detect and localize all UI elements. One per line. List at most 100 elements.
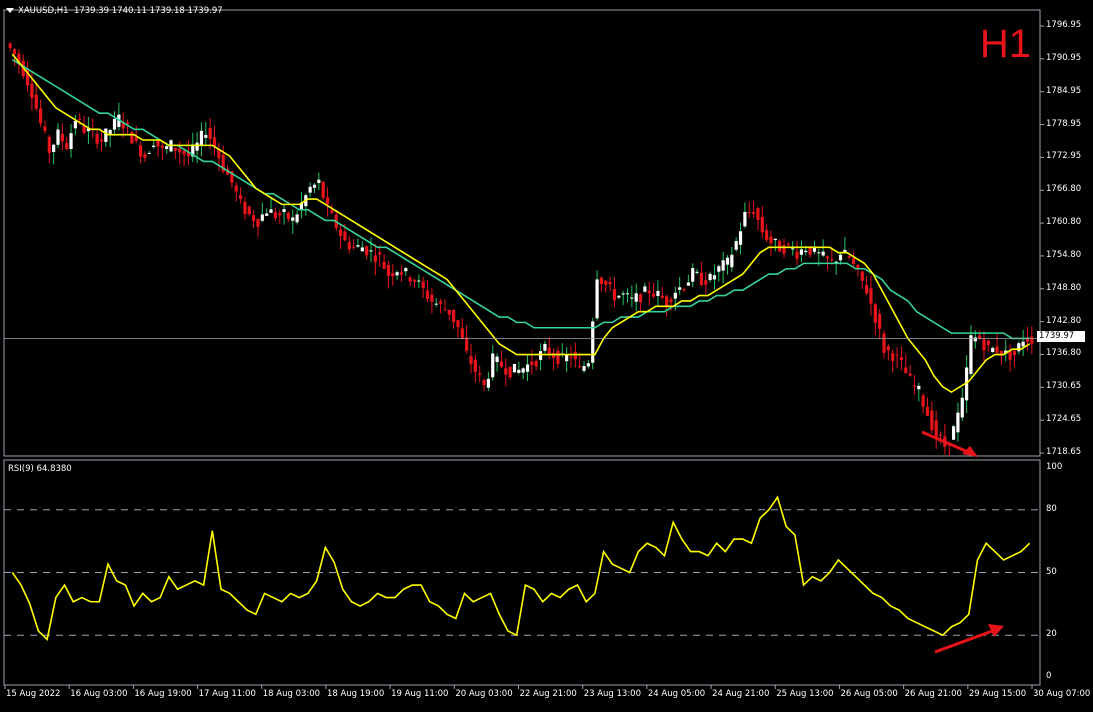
candle-body [821,251,825,256]
candle-body [634,293,638,302]
candle-body [482,379,486,386]
candle-body [438,301,443,304]
candle-body [212,137,217,147]
candle-body [738,231,743,245]
time-tick-label: 18 Aug 19:00 [326,689,385,699]
candle-body [621,293,625,295]
candle-body [547,347,551,355]
time-tick-label: 15 Aug 2022 [6,689,61,699]
candle-body [791,248,795,250]
candle-body [708,273,712,281]
candle-body [256,219,260,227]
candle-body [291,217,295,221]
candle-body [152,145,156,148]
candle-body [912,385,917,387]
price-tick-label: 1730.65 [1046,381,1082,392]
candle-body [108,130,112,134]
timeframe-label: H1 [979,22,1031,66]
candle-body [669,299,673,303]
candle-body [78,119,82,121]
price-tick-label: 1718.65 [1046,447,1082,457]
ma-slow-line [11,58,1030,340]
candle-body [478,373,482,375]
candle-body [99,139,104,142]
candle-body [786,243,790,245]
candle-body [734,240,738,250]
candle-body [399,272,404,275]
chart-window[interactable]: XAUUSD,H1 1739.39 1740.11 1739.18 1739.9… [0,0,1093,708]
price-tick-label: 1784.95 [1046,85,1082,96]
candle-body [512,363,517,373]
candle-body [921,395,925,407]
candle-body [173,147,177,151]
candle-body [469,356,473,365]
candle-body [286,212,291,219]
chart-canvas[interactable] [0,0,1093,708]
candle-body [412,279,417,282]
time-tick-label: 16 Aug 03:00 [70,689,128,699]
candle-body [908,373,912,376]
candle-body [691,268,695,282]
candle-body [269,209,273,213]
candle-body [95,134,99,144]
candle-body [534,360,538,367]
price-tick-label: 1796.95 [1046,20,1082,30]
candle-body [678,287,682,290]
candle-body [578,366,582,368]
candle-body [612,289,617,301]
candle-body [330,210,334,213]
candle-body [156,140,160,147]
candle-body [365,246,369,256]
candle-body [425,290,430,299]
candle-body [417,280,421,282]
price-tick-label: 1790.95 [1046,52,1082,63]
candle-body [404,268,408,272]
candle-body [573,351,577,360]
candle-body [582,366,586,371]
candle-body [599,277,604,285]
candle-body [460,328,464,339]
candle-body [538,351,543,360]
candle-body [604,280,608,285]
candle-body [878,314,882,329]
candle-body [60,133,64,142]
candle-body [891,353,895,362]
candle-body [65,142,69,150]
candle-body [895,354,899,356]
candle-body [112,118,117,130]
rsi-pane-frame [3,459,1041,686]
time-tick-label: 23 Aug 13:00 [583,689,642,699]
candle-body [569,356,573,358]
candle-body [743,211,747,227]
candle-body [491,353,495,378]
candle-body [530,361,534,366]
candle-body [934,420,938,437]
candle-body [43,126,47,131]
candle-body [247,206,251,215]
candle-body [204,134,208,138]
candle-body [434,303,438,305]
dropdown-triangle-icon[interactable] [6,8,14,13]
candle-body [869,288,873,304]
candle-body [904,367,908,374]
candle-body [608,282,612,285]
candle-body [960,397,964,418]
candle-body [104,128,108,142]
candle-body [660,295,664,298]
price-pane-frame [3,9,1041,457]
candle-body [395,272,399,276]
candle-body [730,254,734,268]
candle-body [856,264,860,269]
candle-body [721,260,725,271]
candle-body [665,296,669,306]
candle-body [938,434,943,436]
candle-body [782,244,786,254]
candle-body [325,197,330,205]
time-tick-label: 18 Aug 03:00 [262,689,321,699]
time-tick-label: 26 Aug 05:00 [840,689,898,699]
candle-body [495,356,499,363]
candle-body [447,309,451,315]
symbol-label: XAUUSD,H1 [18,6,69,16]
candle-body [295,214,299,223]
candle-body [656,290,660,296]
